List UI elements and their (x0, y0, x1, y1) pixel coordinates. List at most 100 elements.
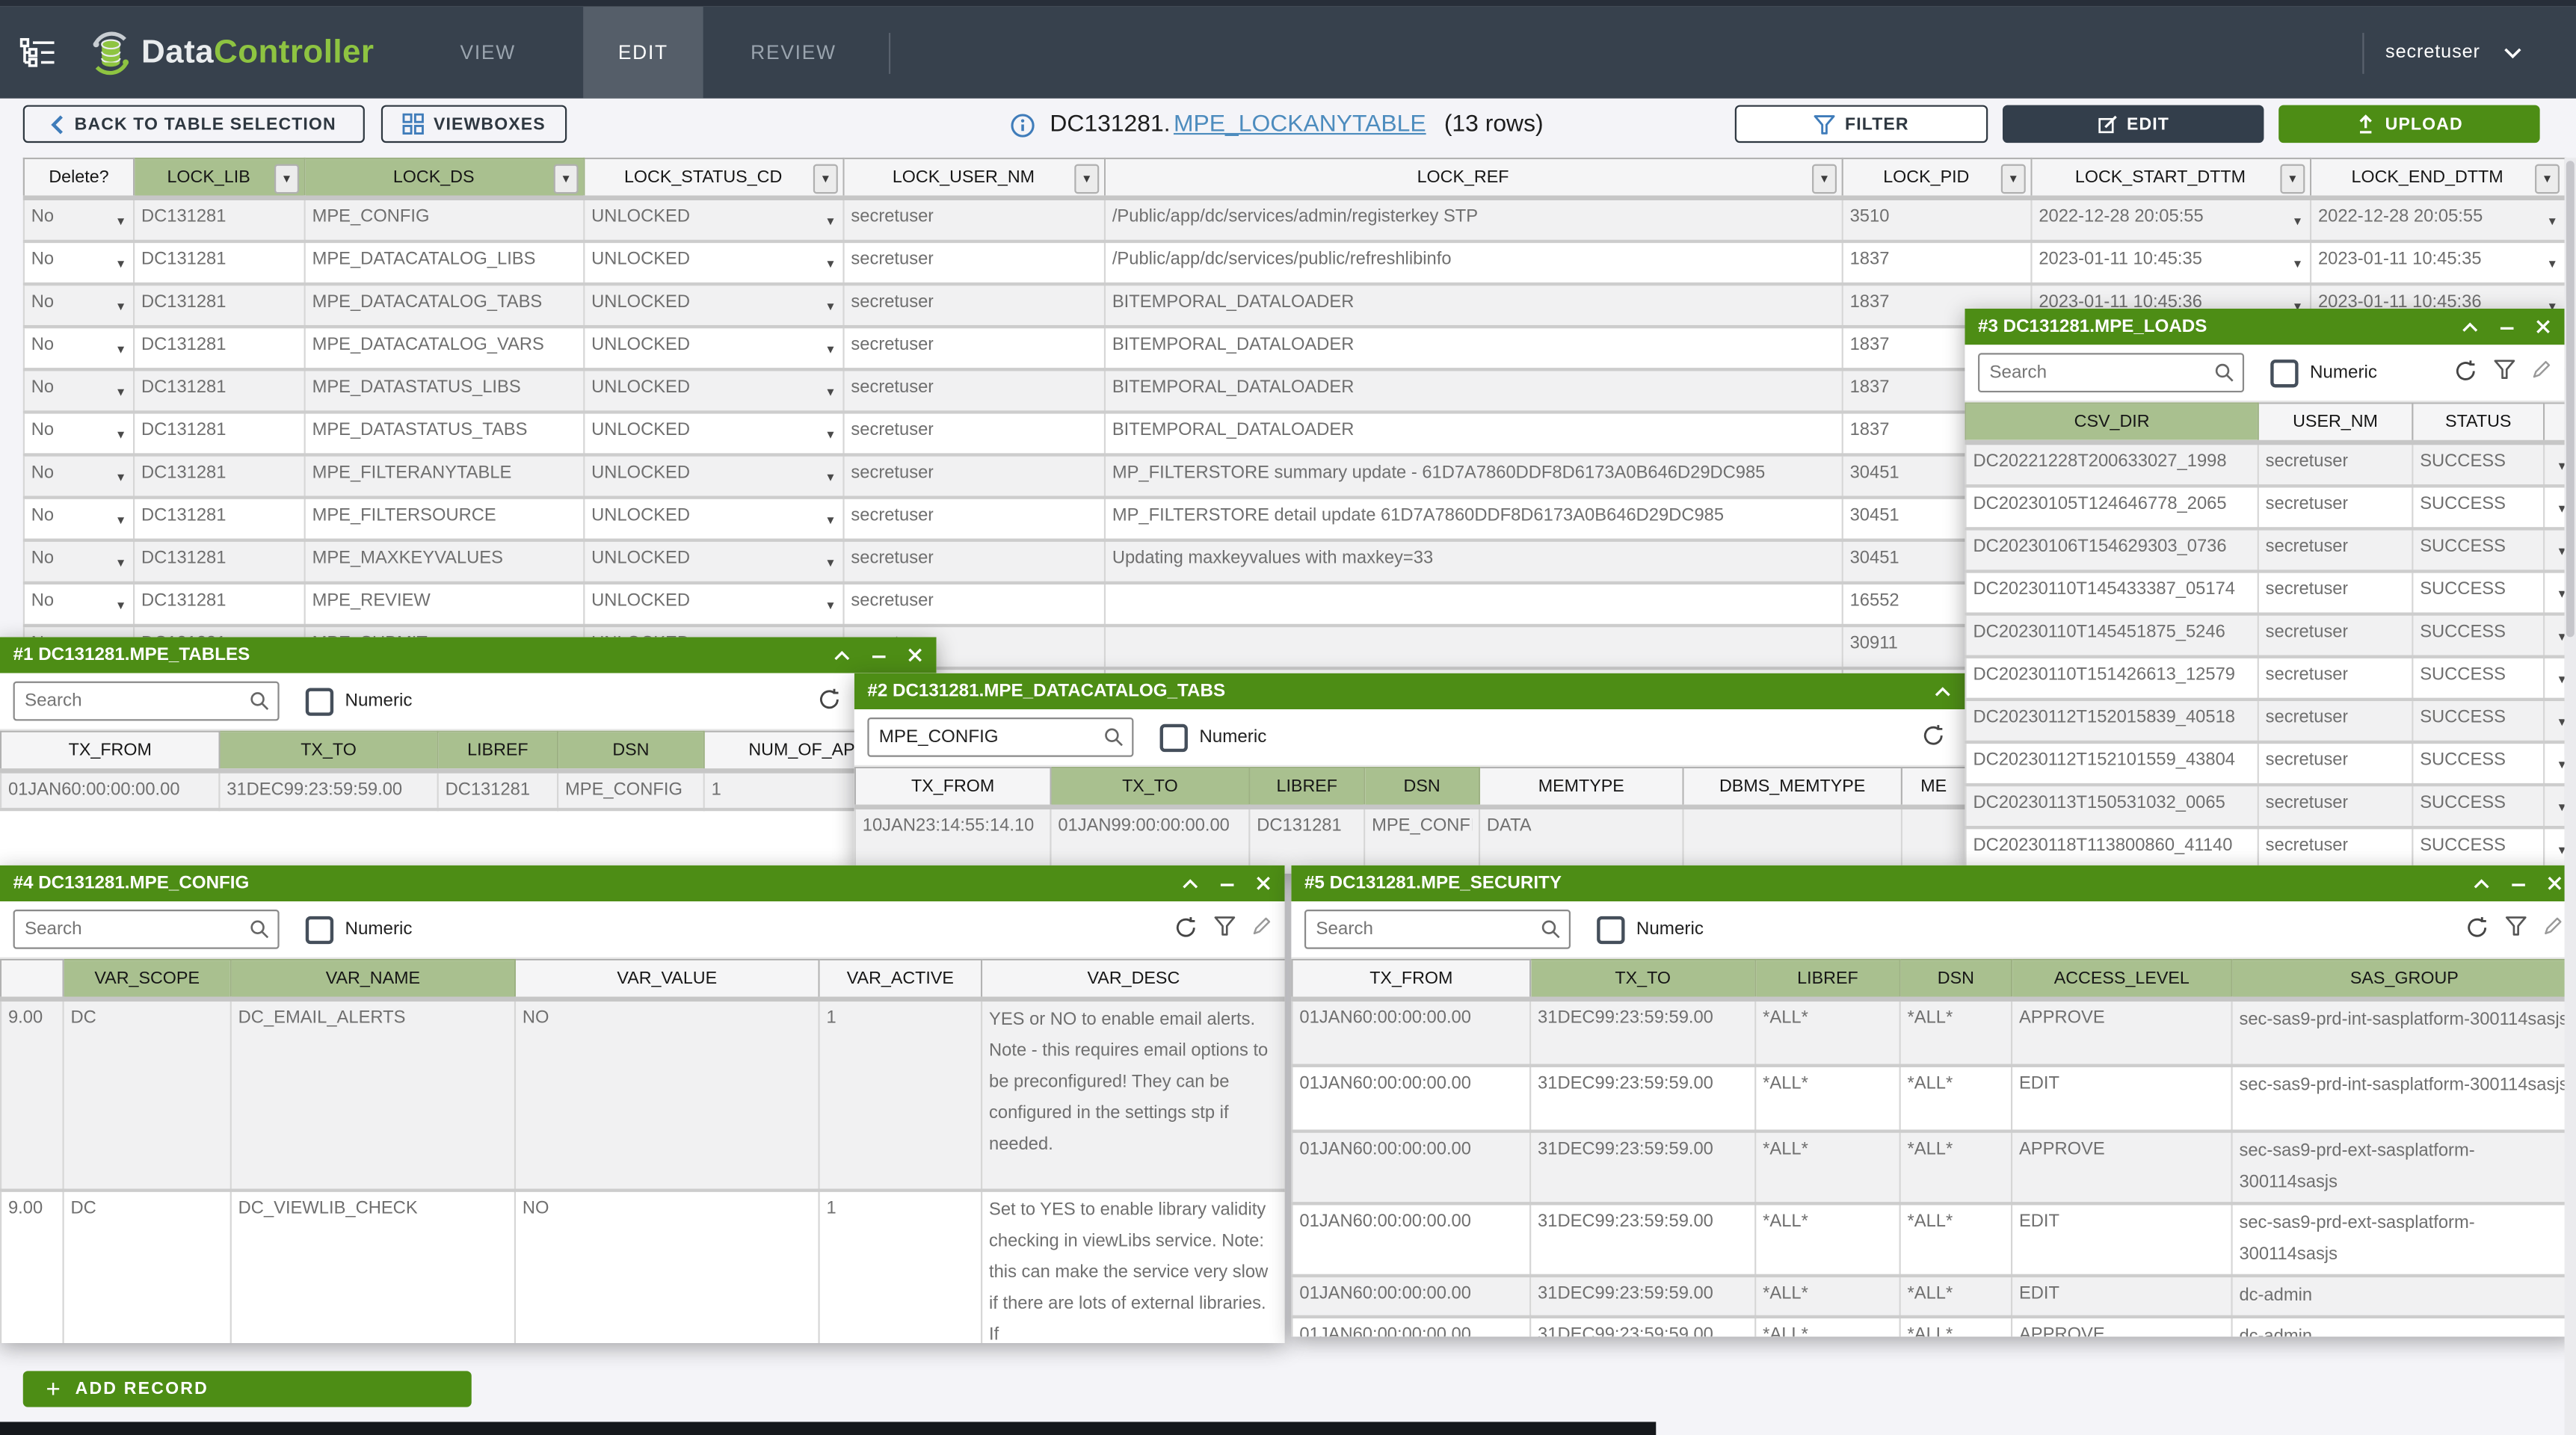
cell[interactable]: secretuser (844, 369, 1105, 412)
column-header[interactable]: Delete? (24, 158, 134, 198)
viewbox-titlebar[interactable]: #2 DC131281.MPE_DATACATALOG_TABS (854, 673, 1965, 709)
column-header[interactable]: LIBREF (1249, 768, 1364, 807)
cell-dropdown-icon[interactable]: ▼ (825, 465, 836, 493)
cell[interactable]: No▼ (24, 498, 134, 540)
column-filter-button[interactable]: ▼ (2535, 164, 2560, 194)
column-header[interactable]: VAR_NAME (231, 960, 515, 999)
cell[interactable]: No▼ (24, 455, 134, 498)
cell-dropdown-icon[interactable]: ▼ (825, 336, 836, 364)
cell-dropdown-icon[interactable]: ▼ (825, 422, 836, 450)
cell[interactable]: Updating maxkeyvalues with maxkey=33 (1105, 540, 1843, 583)
cell-dropdown-icon[interactable]: ▼ (2292, 251, 2303, 279)
column-header[interactable]: DSN (1364, 768, 1479, 807)
cell[interactable]: 2023-01-11 10:45:35▼ (2311, 241, 2566, 284)
cell[interactable]: UNLOCKED▼ (584, 455, 843, 498)
back-to-table-selection-button[interactable]: BACK TO TABLE SELECTION (23, 105, 365, 144)
column-header[interactable]: LIBREF (1755, 960, 1899, 999)
viewbox-close-icon[interactable] (2535, 318, 2551, 335)
cell[interactable]: No▼ (24, 540, 134, 583)
cell[interactable]: DC131281 (134, 284, 305, 327)
cell[interactable]: MPE_DATACATALOG_LIBS (305, 241, 585, 284)
cell-dropdown-icon[interactable]: ▼ (115, 294, 126, 321)
cell[interactable]: 2023-01-11 10:45:35▼ (2031, 241, 2311, 284)
column-header[interactable]: VAR_DESC (982, 960, 1284, 999)
cell[interactable]: UNLOCKED▼ (584, 583, 843, 626)
cell-dropdown-icon[interactable]: ▼ (2557, 581, 2565, 609)
cell[interactable]: UNLOCKED▼ (584, 284, 843, 327)
cell[interactable]: MPE_CONFIG (305, 198, 585, 241)
viewbox-minimize-icon[interactable] (1219, 876, 1236, 891)
cell-dropdown-icon[interactable]: ▼ (115, 336, 126, 364)
vertical-scrollbar[interactable] (2565, 158, 2576, 1435)
cell[interactable]: MPE_DATASTATUS_TABS (305, 412, 585, 454)
column-filter-button[interactable]: ▼ (2280, 164, 2305, 194)
cell[interactable]: secretuser (844, 455, 1105, 498)
column-header[interactable]: ACCESS_LEVEL (2012, 960, 2231, 999)
cell[interactable]: secretuser (844, 540, 1105, 583)
tab-review[interactable]: REVIEW (728, 7, 860, 99)
column-header[interactable]: LOCK_PID▼ (1843, 158, 2032, 198)
cell[interactable]: 1837 (1843, 241, 2032, 284)
upload-button[interactable]: UPLOAD (2278, 105, 2539, 144)
column-header[interactable]: VAR_ACTIVE (819, 960, 982, 999)
cell-dropdown-icon[interactable]: ▼ (115, 593, 126, 620)
refresh-icon[interactable] (818, 688, 841, 711)
cell[interactable]: MPE_FILTERANYTABLE (305, 455, 585, 498)
numeric-checkbox[interactable] (1160, 723, 1188, 751)
column-header[interactable]: CSV_DIR (1966, 403, 2258, 442)
cell-dropdown-icon[interactable]: ▼ (825, 507, 836, 535)
cell-dropdown-icon[interactable]: ▼ (115, 251, 126, 279)
cell[interactable]: DC131281 (134, 241, 305, 284)
column-header[interactable]: SAS_GROUP (2232, 960, 2576, 999)
refresh-icon[interactable] (2454, 359, 2477, 383)
cell[interactable]: No▼ (24, 198, 134, 241)
viewbox-collapse-icon[interactable] (833, 648, 851, 663)
column-filter-button[interactable]: ▼ (274, 164, 299, 194)
search-input[interactable] (13, 910, 280, 949)
cell[interactable]: secretuser (844, 327, 1105, 369)
cell[interactable]: DC131281 (134, 455, 305, 498)
cell-dropdown-icon[interactable]: ▼ (2557, 709, 2565, 737)
column-header[interactable]: STATUS (2412, 403, 2544, 442)
cell[interactable]: MPE_DATACATALOG_VARS (305, 327, 585, 369)
cell-dropdown-icon[interactable]: ▼ (2557, 496, 2565, 523)
viewbox-close-icon[interactable] (907, 647, 923, 664)
cell[interactable]: No▼ (24, 241, 134, 284)
column-header[interactable]: TX_FROM (1, 732, 219, 771)
column-filter-button[interactable]: ▼ (1812, 164, 1837, 194)
cell-dropdown-icon[interactable]: ▼ (115, 465, 126, 493)
column-header[interactable]: TX_TO (1050, 768, 1249, 807)
column-header[interactable]: LOCK_START_DTTM▼ (2031, 158, 2311, 198)
refresh-icon[interactable] (1922, 724, 1945, 747)
cell[interactable]: No▼ (24, 369, 134, 412)
cell-dropdown-icon[interactable]: ▼ (2547, 251, 2558, 279)
cell-dropdown-icon[interactable]: ▼ (825, 209, 836, 236)
cell[interactable]: DC131281 (134, 412, 305, 454)
cell[interactable]: 3510 (1843, 198, 2032, 241)
column-header[interactable]: TX_TO (1530, 960, 1755, 999)
column-header[interactable]: DSN (1900, 960, 2012, 999)
numeric-checkbox[interactable] (2270, 359, 2298, 386)
scrollbar-thumb[interactable] (2566, 161, 2575, 637)
user-menu[interactable]: secretuser (2385, 7, 2521, 99)
filter-icon[interactable] (2505, 916, 2527, 939)
column-filter-button[interactable]: ▼ (2001, 164, 2026, 194)
viewbox-close-icon[interactable] (1255, 875, 1272, 892)
viewbox-collapse-icon[interactable] (1181, 876, 1199, 891)
title-table-link[interactable]: MPE_LOCKANYTABLE (1174, 111, 1426, 138)
cell[interactable]: No▼ (24, 327, 134, 369)
viewbox-collapse-icon[interactable] (2473, 876, 2491, 891)
refresh-icon[interactable] (2466, 916, 2489, 939)
cell[interactable] (1105, 583, 1843, 626)
filter-icon[interactable] (1214, 916, 1236, 939)
viewbox-collapse-icon[interactable] (2461, 319, 2479, 334)
column-header[interactable]: TX_FROM (855, 768, 1051, 807)
column-header[interactable]: LOCK_LIB▼ (134, 158, 305, 198)
cell-dropdown-icon[interactable]: ▼ (2557, 794, 2565, 822)
cell[interactable]: DC131281 (134, 198, 305, 241)
column-filter-button[interactable]: ▼ (1074, 164, 1099, 194)
cell-dropdown-icon[interactable]: ▼ (825, 294, 836, 321)
cell-dropdown-icon[interactable]: ▼ (115, 379, 126, 407)
cell[interactable]: DC131281 (134, 540, 305, 583)
column-filter-button[interactable]: ▼ (813, 164, 838, 194)
